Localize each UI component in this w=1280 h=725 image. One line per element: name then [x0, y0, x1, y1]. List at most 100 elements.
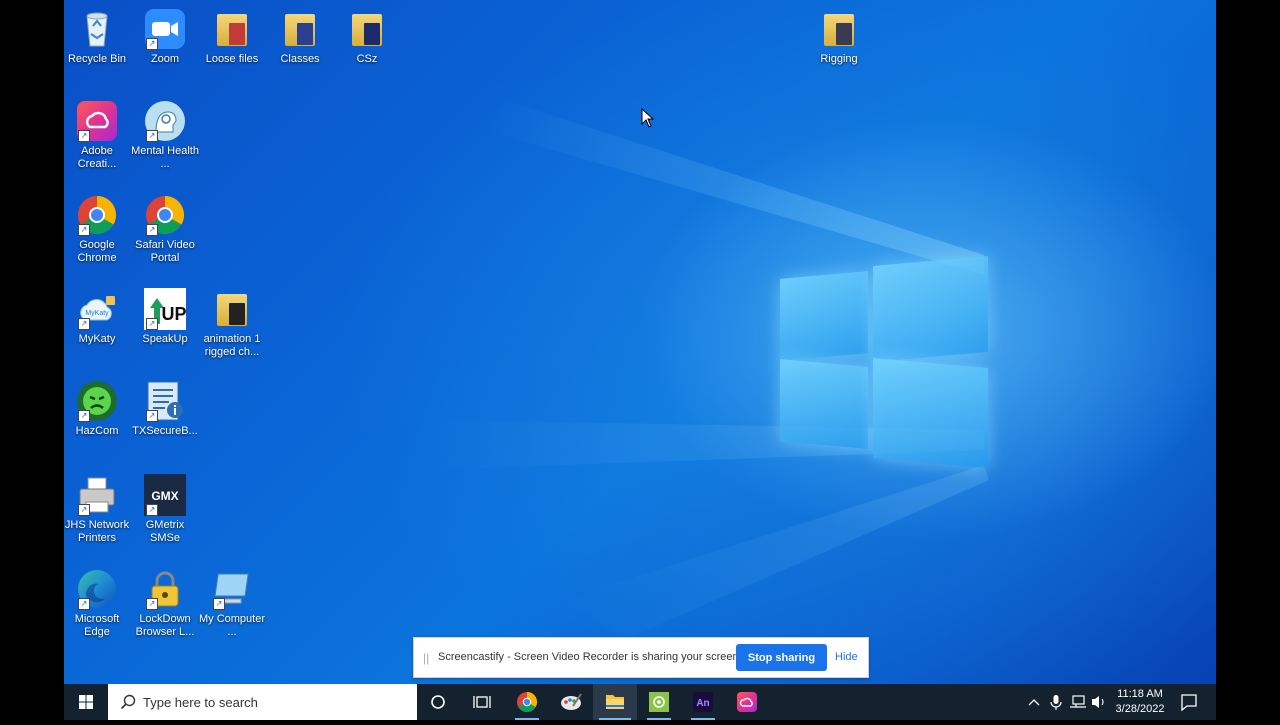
taskbar-animate[interactable]: An — [681, 684, 725, 720]
start-button[interactable] — [64, 684, 108, 720]
shortcut-arrow-icon: ↗ — [146, 598, 158, 610]
desktop-icon-google-chrome[interactable]: ↗ Google Chrome — [64, 194, 131, 265]
taskbar-app[interactable] — [637, 684, 681, 720]
taskbar-file-explorer[interactable] — [593, 684, 637, 720]
desktop-icon-zoom[interactable]: ↗ Zoom — [131, 8, 199, 66]
desktop-icon-loose-files[interactable]: Loose files — [198, 8, 266, 66]
icon-label: Microsoft Edge — [74, 613, 120, 638]
shortcut-arrow-icon: ↗ — [213, 598, 225, 610]
desktop-icon-mykaty[interactable]: MyKaty ↗ MyKaty — [64, 288, 131, 346]
txsecure-icon: ↗ — [144, 380, 186, 422]
desktop-icon-jhs-network-printers[interactable]: ↗ JHS Network Printers — [64, 474, 131, 545]
desktop-icon-gmetrix[interactable]: GMX ↗ GMetrix SMSe — [131, 474, 199, 545]
chevron-up-icon — [1028, 699, 1040, 706]
network-status[interactable] — [1067, 684, 1089, 720]
chrome-icon — [517, 691, 538, 713]
speaker-icon — [1092, 696, 1104, 708]
shortcut-arrow-icon: ↗ — [78, 598, 90, 610]
edge-icon: ↗ — [76, 568, 118, 610]
show-hidden-icons-button[interactable] — [1024, 684, 1044, 720]
desktop-icon-lockdown-browser[interactable]: ↗ LockDown Browser L... — [131, 568, 199, 639]
animate-label: An — [696, 698, 709, 709]
drag-handle-icon[interactable]: || — [423, 651, 429, 665]
computer-icon: ↗ — [211, 568, 253, 610]
gmetrix-icon: GMX ↗ — [144, 474, 186, 516]
network-icon — [1070, 695, 1086, 708]
volume-control[interactable] — [1089, 684, 1109, 720]
icon-label: My Computer ... — [198, 613, 266, 638]
shortcut-arrow-icon: ↗ — [78, 410, 90, 422]
animate-icon: An — [693, 692, 713, 712]
folder-icon — [818, 8, 860, 50]
desktop-icon-my-computer[interactable]: ↗ My Computer ... — [198, 568, 266, 639]
folder-icon — [211, 8, 253, 50]
creative-cloud-icon — [737, 692, 757, 712]
icon-label: animation 1 rigged ch... — [203, 333, 261, 358]
windows-start-icon — [79, 695, 93, 709]
task-view-icon — [473, 696, 491, 708]
icon-label: HazCom — [75, 425, 119, 437]
desktop: Recycle Bin ↗ Zoom Loose files Classes C… — [64, 0, 1216, 720]
shortcut-arrow-icon: ↗ — [78, 504, 90, 516]
hide-button[interactable]: Hide — [835, 651, 858, 663]
desktop-icon-safari-video-portal[interactable]: ↗ Safari Video Portal — [131, 194, 199, 265]
shortcut-arrow-icon: ↗ — [146, 130, 158, 142]
desktop-icon-mental-health[interactable]: ↗ Mental Health ... — [131, 100, 199, 171]
desktop-icon-microsoft-edge[interactable]: ↗ Microsoft Edge — [64, 568, 131, 639]
desktop-icon-hazcom[interactable]: ↗ HazCom — [64, 380, 131, 438]
shortcut-arrow-icon: ↗ — [146, 38, 158, 50]
folder-icon — [346, 8, 388, 50]
stop-sharing-button[interactable]: Stop sharing — [736, 644, 827, 671]
desktop-icon-recycle-bin[interactable]: Recycle Bin — [64, 8, 131, 66]
desktop-icon-speakup[interactable]: UP ↗ SpeakUp — [131, 288, 199, 346]
icon-label: GMetrix SMSe — [145, 519, 185, 544]
taskbar-search[interactable]: Type here to search — [108, 684, 417, 720]
recycle-bin-icon — [76, 8, 118, 50]
action-center-button[interactable] — [1174, 684, 1204, 720]
desktop-icon-csz[interactable]: CSz — [333, 8, 401, 66]
clock-time: 11:18 AM — [1117, 688, 1163, 700]
search-icon — [120, 694, 136, 710]
speakup-text: UP — [161, 304, 186, 324]
shortcut-arrow-icon: ↗ — [78, 224, 90, 236]
clock[interactable]: 11:18 AM 3/28/2022 — [1110, 687, 1170, 717]
folder-icon — [211, 288, 253, 330]
mouse-cursor-icon — [641, 108, 655, 128]
microphone-status[interactable] — [1046, 684, 1066, 720]
shortcut-arrow-icon: ↗ — [146, 504, 158, 516]
icon-label: Adobe Creati... — [77, 145, 117, 170]
padlock-icon: ↗ — [144, 568, 186, 610]
mykaty-cloud-icon: MyKaty ↗ — [76, 288, 118, 330]
desktop-icon-rigging[interactable]: Rigging — [805, 8, 873, 66]
desktop-icon-animation-rigged[interactable]: animation 1 rigged ch... — [198, 288, 266, 359]
cortana-button[interactable] — [416, 684, 460, 720]
icon-label: JHS Network Printers — [64, 519, 130, 544]
chrome-icon: ↗ — [144, 194, 186, 236]
gmx-text: GMX — [151, 489, 178, 503]
desktop-icon-classes[interactable]: Classes — [266, 8, 334, 66]
cortana-icon — [431, 695, 445, 709]
shortcut-arrow-icon: ↗ — [78, 318, 90, 330]
folder-icon — [279, 8, 321, 50]
mykaty-text: MyKaty — [85, 310, 109, 317]
icon-label: Recycle Bin — [67, 53, 127, 65]
sharing-message: Screencastify - Screen Video Recorder is… — [438, 651, 742, 663]
icon-label: SpeakUp — [142, 333, 188, 345]
paint-icon — [561, 693, 582, 710]
taskbar-creative-cloud[interactable] — [725, 684, 769, 720]
taskbar-chrome[interactable] — [505, 684, 549, 720]
icon-label: Google Chrome — [77, 239, 117, 264]
icon-label: LockDown Browser L... — [135, 613, 195, 638]
task-view-button[interactable] — [460, 684, 504, 720]
mental-health-icon: ↗ — [144, 100, 186, 142]
hazcom-icon: ↗ — [76, 380, 118, 422]
shortcut-arrow-icon: ↗ — [78, 130, 90, 142]
taskbar-paint[interactable] — [549, 684, 593, 720]
desktop-icon-txsecure[interactable]: ↗ TXSecureB... — [131, 380, 199, 438]
shortcut-arrow-icon: ↗ — [146, 318, 158, 330]
shortcut-arrow-icon: ↗ — [146, 224, 158, 236]
icon-label: Rigging — [820, 53, 858, 65]
screen-sharing-notification: || Screencastify - Screen Video Recorder… — [413, 637, 869, 678]
notification-icon — [1181, 694, 1197, 712]
desktop-icon-adobe-creative-cloud[interactable]: ↗ Adobe Creati... — [64, 100, 131, 171]
